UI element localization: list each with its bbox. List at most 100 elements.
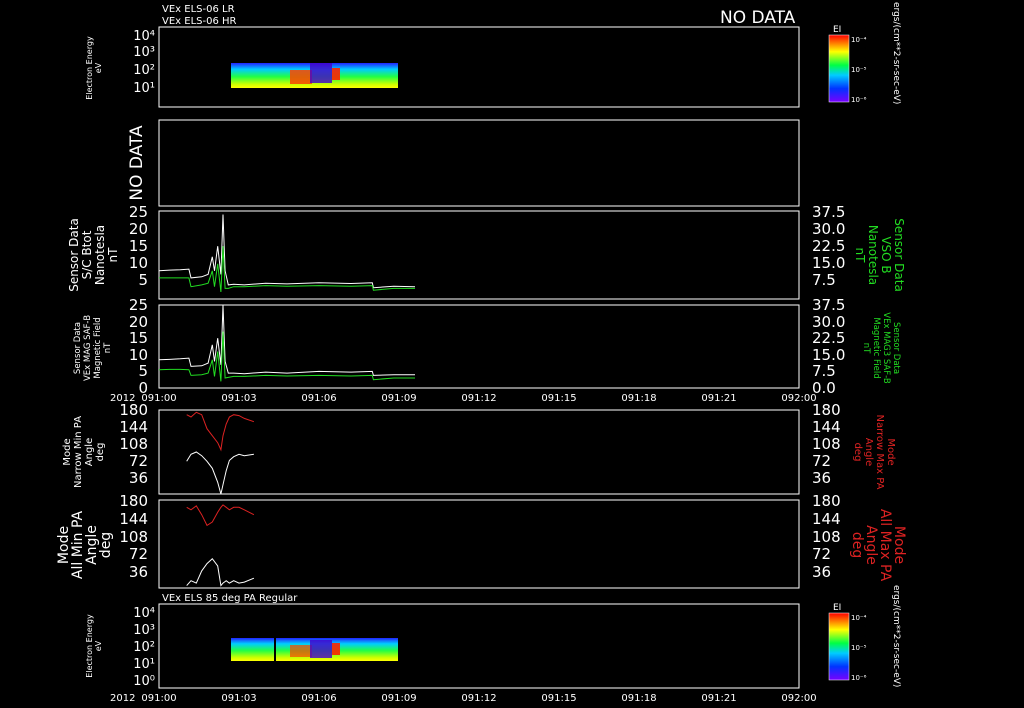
ylabel-right: Sensor Data: [892, 218, 906, 292]
ytick: 144: [119, 418, 148, 436]
xtick: 091:06: [301, 693, 336, 704]
ytick: 10²: [133, 63, 155, 78]
series-line-1: [159, 246, 415, 293]
ytick: 20: [129, 220, 148, 238]
ylabel-right: Sensor Data: [891, 322, 901, 374]
ylabel: Mode: [62, 438, 73, 465]
ylabel-right: Magnetic Field: [871, 317, 881, 378]
ytick-right: 144: [812, 510, 841, 528]
ylabel: Electron Energy: [85, 36, 94, 100]
ylabel-right: nT: [853, 248, 867, 264]
xtick: 091:09: [381, 693, 416, 704]
series-line-1: [158, 331, 415, 382]
spectrogram-data: [231, 63, 398, 88]
ytick-right: 7.5: [812, 362, 836, 380]
ytick: 72: [129, 452, 148, 470]
colorbar-tick: 10⁻⁴: [851, 614, 867, 622]
panel-mag-btot: 25 20 15 10 5 37.5 30.0 22.5 15.0 7.5 Se…: [67, 203, 906, 300]
colorbar-tick: 10⁻⁶: [851, 674, 867, 682]
xtick: 092:00: [781, 693, 816, 704]
ytick: 10¹: [133, 81, 155, 96]
ytick: 10²: [133, 640, 155, 655]
ytick-right: 144: [812, 418, 841, 436]
colorbar-tick: 10⁻⁶: [851, 96, 867, 104]
ytick: 144: [119, 510, 148, 528]
panel-spectrogram-bottom: VEx ELS 85 deg PA Regular 10⁴ 10³ 10² 10…: [85, 593, 800, 689]
series-line-0: [186, 557, 255, 587]
ylabel: VEx MAG SAF-B: [83, 315, 93, 381]
ylabel-right: deg: [852, 443, 863, 462]
panel-mag-safb: 25 20 15 10 5 0 37.5 30.0 22.5 15.0 7.5 …: [73, 296, 901, 397]
ylabel: eV: [94, 62, 103, 73]
ytick-right: 7.5: [812, 271, 836, 289]
xtick: 091:15: [541, 393, 576, 404]
ytick-right: 72: [812, 452, 831, 470]
series-line-1: [186, 411, 255, 452]
ylabel: Nanotesla: [93, 225, 107, 285]
ytick: 10⁴: [133, 606, 155, 621]
multi-panel-plot: VEx ELS-06 LR VEx ELS-06 HR NO DATA EI 1…: [56, 2, 907, 704]
ylabel: Narrow Min PA: [73, 416, 84, 488]
header-line-1: VEx ELS-06 LR: [162, 4, 235, 15]
ytick: 10: [129, 254, 148, 272]
ytick-right: 72: [812, 545, 831, 563]
ylabel: nT: [103, 342, 113, 353]
colorbar-bottom: EI 10⁻⁴ 10⁻⁵ 10⁻⁶ ergs/(cm**2-sr-sec-eV): [828, 585, 901, 687]
ylabel: Sensor Data: [67, 218, 81, 292]
xtick: 091:18: [621, 693, 656, 704]
xtick: 091:03: [221, 393, 256, 404]
ytick: 180: [119, 492, 148, 510]
ytick-right: 36: [812, 469, 831, 487]
ytick: 10³: [133, 623, 155, 638]
year-label: 2012: [110, 693, 135, 704]
ytick: 25: [129, 296, 148, 314]
ylabel: Angle: [84, 438, 95, 466]
no-data-axis-label: NO DATA: [127, 125, 147, 201]
ylabel: eV: [94, 640, 103, 651]
ytick-right: 108: [812, 435, 841, 453]
panel-title: VEx ELS 85 deg PA Regular: [162, 593, 298, 604]
ytick-right: 15.0: [812, 254, 845, 272]
ytick-right: 180: [812, 401, 841, 419]
colorbar-tick: 10⁻⁵: [851, 66, 867, 74]
xtick: 091:06: [301, 393, 336, 404]
ylabel-right: Mode: [885, 438, 896, 465]
ylabel: Sensor Data: [73, 322, 83, 374]
ylabel-right: Angle: [863, 438, 874, 466]
colorbar-tick: 10⁻⁴: [851, 36, 867, 44]
ytick: 10⁴: [133, 29, 155, 44]
ytick: 15: [129, 329, 148, 347]
ytick: 72: [129, 545, 148, 563]
colorbar-label: EI: [833, 25, 841, 35]
ytick: 25: [129, 203, 148, 221]
ylabel: nT: [106, 247, 120, 263]
ytick-right: 30.0: [812, 220, 845, 238]
ytick-right: 180: [812, 492, 841, 510]
ylabel-right: deg: [849, 532, 865, 558]
ytick: 36: [129, 563, 148, 581]
ylabel-right: Nanotesla: [866, 225, 880, 285]
xtick: 091:12: [461, 393, 496, 404]
ytick: 10¹: [133, 657, 155, 672]
ytick: 10⁰: [133, 674, 155, 689]
xtick: 091:15: [541, 693, 576, 704]
panel-all-pa: 180 144 108 72 36 180 144 108 72 36 Mode…: [56, 492, 907, 589]
panel-no-data: NO DATA: [127, 119, 800, 207]
xtick: 091:03: [221, 693, 256, 704]
ytick-right: 108: [812, 528, 841, 546]
ytick-right: 36: [812, 563, 831, 581]
series-line-0: [186, 451, 254, 495]
ytick: 108: [119, 528, 148, 546]
ytick: 36: [129, 469, 148, 487]
ylabel-right: nT: [861, 343, 871, 354]
colorbar-label: EI: [833, 603, 841, 613]
series-line-0: [158, 304, 415, 376]
ylabel: Magnetic Field: [93, 317, 103, 378]
ytick: 5: [138, 271, 148, 289]
xtick: 091:12: [461, 693, 496, 704]
series-line-1: [186, 504, 255, 527]
ytick: 5: [138, 362, 148, 380]
ylabel: deg: [98, 532, 114, 558]
x-axis-mid: 2012 091:00 091:03 091:06 091:09 091:12 …: [110, 393, 817, 404]
series-line-0: [158, 214, 416, 289]
